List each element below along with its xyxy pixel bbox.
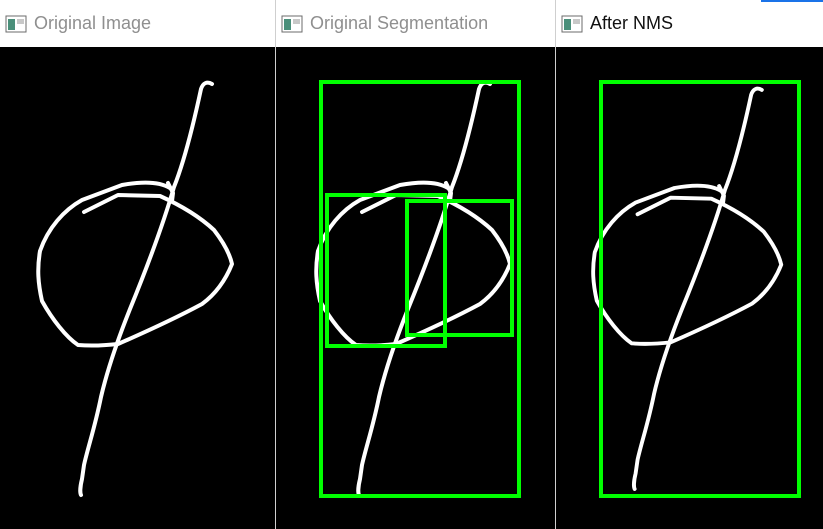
window-title: Original Image [34, 13, 152, 33]
image-canvas [276, 47, 555, 529]
nms-canvas [556, 80, 801, 498]
window-title: Original Segmentation [310, 13, 489, 33]
opencv-window-icon [5, 15, 27, 32]
window-original-image: Original Image [0, 0, 275, 529]
opencv-window-icon [561, 15, 583, 32]
window-titlebar[interactable]: Original Segmentation [276, 0, 555, 47]
bounding-box-full-glyph [319, 80, 521, 498]
handwritten-phi-stroke [0, 47, 275, 529]
window-titlebar[interactable]: After NMS [556, 0, 823, 47]
window-after-nms: After NMS [556, 0, 823, 529]
window-titlebar[interactable]: Original Image [0, 0, 275, 47]
image-canvas [556, 47, 823, 529]
image-canvas [0, 47, 275, 529]
segmentation-canvas [276, 80, 521, 498]
window-original-segmentation: Original Segmentation [276, 0, 555, 529]
bounding-box-circle-left [325, 193, 447, 348]
opencv-window-icon [281, 15, 303, 32]
handwritten-phi-stroke [593, 89, 781, 489]
window-title: After NMS [590, 13, 674, 33]
